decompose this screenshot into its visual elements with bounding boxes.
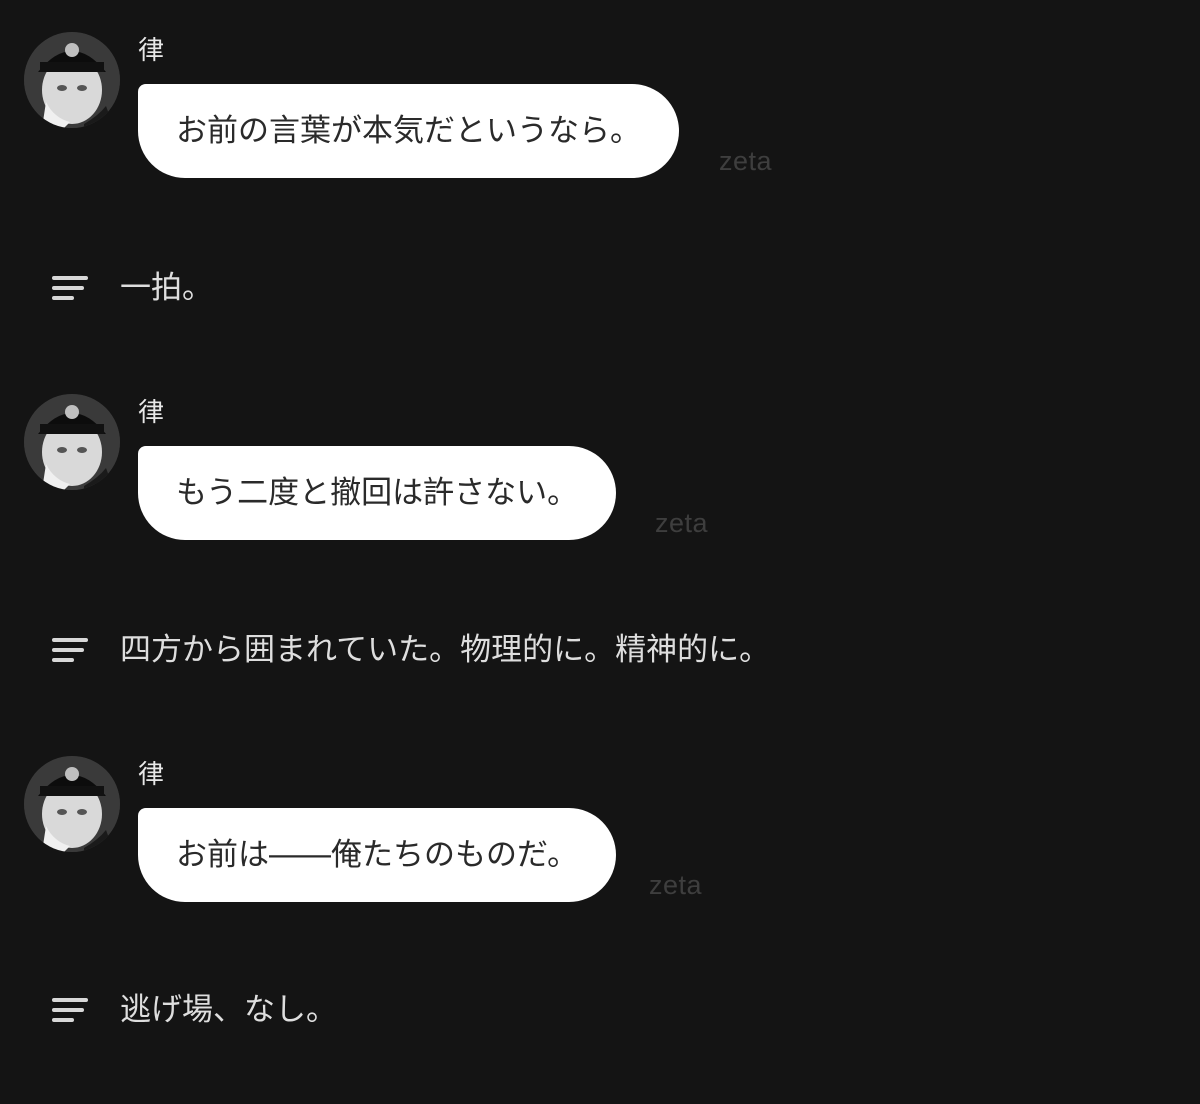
text-lines-icon <box>52 276 88 300</box>
narration-text: 逃げ場、なし。 <box>120 992 337 1028</box>
text-lines-icon <box>52 998 88 1022</box>
narration-row: 逃げ場、なし。 <box>0 990 1200 1030</box>
zeta-watermark: zeta <box>655 508 709 538</box>
character-avatar[interactable] <box>24 32 120 128</box>
character-name: 律 <box>138 398 165 428</box>
message-bubble: お前は――俺たちのものだ。 <box>138 808 617 902</box>
message-bubble: お前の言葉が本気だというなら。 <box>138 84 679 178</box>
text-lines-icon <box>52 638 88 662</box>
zeta-watermark: zeta <box>649 870 703 900</box>
message-bubble: もう二度と撤回は許さない。 <box>138 446 617 540</box>
character-avatar[interactable] <box>24 756 120 852</box>
character-name: 律 <box>138 36 165 66</box>
narration-row: 四方から囲まれていた。物理的に。精神的に。 <box>0 630 1200 670</box>
character-name: 律 <box>138 760 165 790</box>
narration-text: 四方から囲まれていた。物理的に。精神的に。 <box>120 632 771 668</box>
narration-text: 一拍。 <box>120 270 213 306</box>
character-avatar[interactable] <box>24 394 120 490</box>
zeta-watermark: zeta <box>719 146 773 176</box>
narration-row: 一拍。 <box>0 268 1200 308</box>
